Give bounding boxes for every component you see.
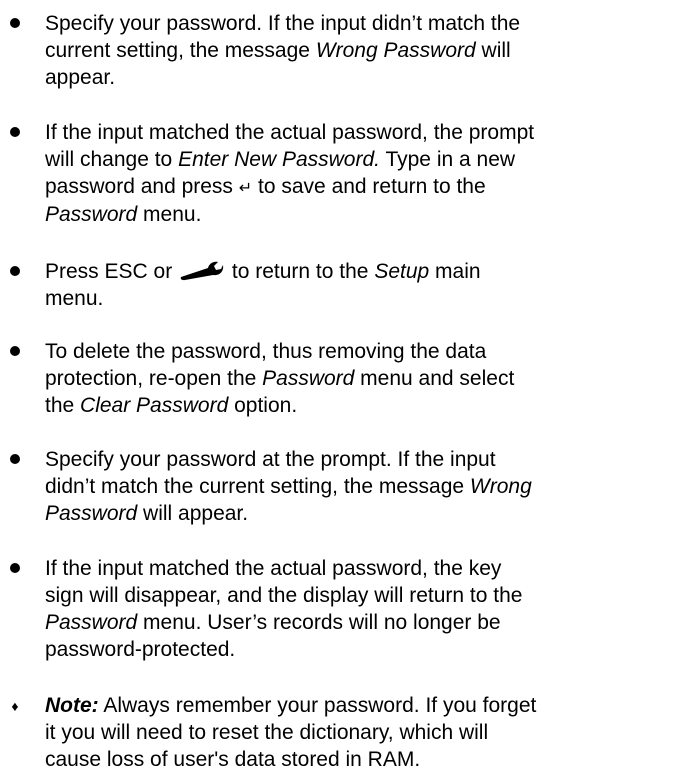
- text-run: current setting, the message: [45, 39, 316, 62]
- text-run: appear.: [45, 66, 116, 89]
- note-text: Note: Always remember your password. If …: [45, 692, 671, 773]
- italic-term: Password: [45, 611, 138, 634]
- text-run: to save and return to the: [252, 175, 486, 198]
- text-line: menu.: [45, 285, 671, 312]
- text-run: menu.: [45, 287, 104, 310]
- text-run: option.: [228, 394, 298, 417]
- italic-term: Wrong Password: [315, 39, 476, 62]
- text-line: password and press ↵ to save and return …: [45, 173, 671, 201]
- text-line: If the input matched the actual password…: [45, 119, 671, 146]
- bullet-text: Specify your password. If the input didn…: [45, 10, 671, 91]
- text-line: will change to Enter New Password. Type …: [45, 146, 671, 173]
- text-run: to return to the: [226, 260, 375, 283]
- manual-page: Specify your password. If the input didn…: [0, 0, 673, 777]
- italic-term: Enter New Password.: [178, 148, 380, 171]
- text-line: didn’t match the current setting, the me…: [45, 473, 671, 500]
- bullet-text: If the input matched the actual password…: [45, 119, 671, 228]
- italic-term: Wrong: [469, 475, 532, 498]
- text-run: password and press: [45, 175, 239, 198]
- text-run: menu and select: [354, 367, 515, 390]
- bullet-text: To delete the password, thus removing th…: [45, 338, 671, 419]
- text-run: didn’t match the current setting, the me…: [45, 475, 470, 498]
- text-line: it you will need to reset the dictionary…: [45, 719, 671, 746]
- text-line: Password will appear.: [45, 500, 671, 527]
- text-run: password-protected.: [45, 638, 236, 661]
- text-line: current setting, the message Wrong Passw…: [45, 37, 671, 64]
- text-run: Press ESC or: [45, 260, 179, 283]
- text-run: will appear.: [137, 502, 249, 525]
- text-line: Note: Always remember your password. If …: [45, 692, 671, 719]
- text-run: will: [475, 39, 511, 62]
- text-run: Specify your password at the prompt. If …: [45, 448, 496, 471]
- diamond-bullet-icon: ♦: [11, 698, 19, 714]
- italic-term: Password: [45, 203, 138, 226]
- text-line: password-protected.: [45, 636, 671, 663]
- text-line: Password menu. User’s records will no lo…: [45, 609, 671, 636]
- text-run: Specify your password. If the input didn…: [45, 12, 521, 35]
- text-run: sign will disappear, and the display wil…: [45, 584, 523, 607]
- text-run: menu. User’s records will no longer be: [137, 611, 501, 634]
- text-line: cause loss of user's data stored in RAM.: [45, 746, 671, 773]
- bullet-text: Specify your password at the prompt. If …: [45, 446, 671, 527]
- wrench-icon: [180, 261, 224, 281]
- text-run: Type in a new: [380, 148, 516, 171]
- text-run: Always remember your password. If you fo…: [98, 694, 537, 717]
- text-run: will change to: [45, 148, 179, 171]
- enter-key-icon: ↵: [238, 178, 253, 197]
- text-run: If the input matched the actual password…: [45, 121, 535, 144]
- text-line: protection, re-open the Password menu an…: [45, 365, 671, 392]
- text-run: main: [429, 260, 481, 283]
- italic-term: Setup: [374, 260, 430, 283]
- bullet-text: Press ESC or to return to the Setup main…: [45, 258, 671, 312]
- text-run: the: [45, 394, 81, 417]
- text-run: protection, re-open the: [45, 367, 263, 390]
- text-line: the Clear Password option.: [45, 392, 671, 419]
- text-line: sign will disappear, and the display wil…: [45, 582, 671, 609]
- text-line: If the input matched the actual password…: [45, 555, 671, 582]
- bullet-text: If the input matched the actual password…: [45, 555, 671, 663]
- text-run: To delete the password, thus removing th…: [45, 340, 487, 363]
- text-line: To delete the password, thus removing th…: [45, 338, 671, 365]
- text-line: Press ESC or to return to the Setup main: [45, 258, 671, 285]
- italic-term: Clear Password: [80, 394, 229, 417]
- note-label: Note:: [45, 694, 99, 717]
- text-run: If the input matched the actual password…: [45, 557, 502, 580]
- text-run: it you will need to reset the dictionary…: [45, 721, 489, 744]
- italic-term: Password: [262, 367, 355, 390]
- text-run: cause loss of user's data stored in RAM.: [45, 748, 421, 771]
- note-label-text: Note:: [45, 694, 99, 717]
- text-line: appear.: [45, 64, 671, 91]
- italic-term: Password: [45, 502, 138, 525]
- text-run: menu.: [137, 203, 202, 226]
- text-line: Password menu.: [45, 201, 671, 228]
- text-line: Specify your password at the prompt. If …: [45, 446, 671, 473]
- text-line: Specify your password. If the input didn…: [45, 10, 671, 37]
